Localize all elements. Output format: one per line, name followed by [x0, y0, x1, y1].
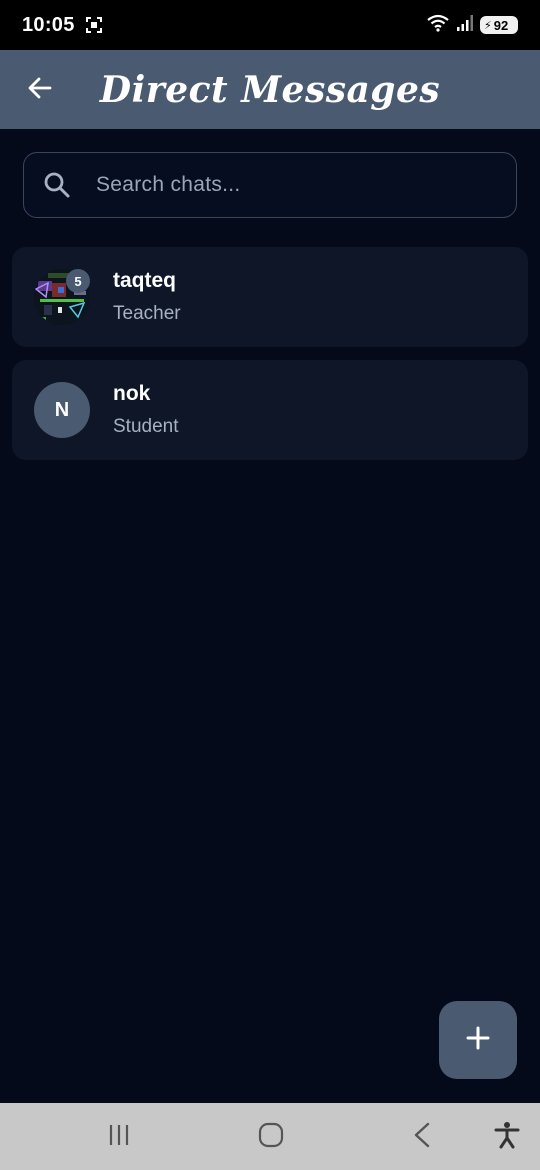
search-icon [42, 170, 72, 200]
chat-item-nok[interactable]: N nok Student [12, 360, 528, 460]
search-box[interactable] [23, 152, 517, 218]
battery-icon: ⚡ 92 [480, 16, 518, 34]
page-title: Direct Messages [99, 68, 441, 111]
battery-level: 92 [493, 17, 509, 33]
chat-role: Student [113, 416, 179, 437]
back-nav-button[interactable] [410, 1122, 434, 1153]
avatar: 5 [34, 269, 90, 325]
avatar: N [34, 382, 90, 438]
unread-badge: 5 [66, 269, 90, 293]
search-input[interactable] [96, 173, 476, 197]
chat-name: taqteq [113, 269, 176, 292]
chat-text: nok Student [113, 382, 179, 438]
chat-name: nok [113, 382, 151, 405]
back-button[interactable] [22, 72, 58, 108]
arrow-left-icon [26, 74, 54, 107]
recent-apps-icon [107, 1123, 131, 1152]
back-icon [411, 1122, 433, 1153]
chat-text: taqteq Teacher [113, 269, 181, 325]
accessibility-button[interactable] [493, 1121, 521, 1154]
status-right: ⚡ 92 [426, 14, 518, 37]
chat-role: Teacher [113, 303, 181, 324]
screenshot-icon [85, 16, 103, 34]
plus-icon [465, 1025, 491, 1056]
status-time: 10:05 [22, 13, 75, 36]
avatar-letter: N [34, 382, 90, 438]
status-bar: 10:05 ⚡ 92 [0, 0, 540, 50]
chat-item-taqteq[interactable]: 5 taqteq Teacher [12, 247, 528, 347]
new-chat-button[interactable] [439, 1001, 517, 1079]
recent-apps-button[interactable] [106, 1123, 132, 1151]
home-button[interactable] [257, 1122, 285, 1153]
signal-icon [456, 14, 474, 37]
accessibility-icon [494, 1121, 520, 1154]
home-icon [258, 1122, 284, 1153]
system-nav-bar [0, 1103, 540, 1170]
screen: 10:05 ⚡ 92 Direct Messages Search chats.… [0, 0, 540, 1170]
wifi-icon [426, 14, 450, 37]
app-bar: Direct Messages [0, 50, 540, 129]
